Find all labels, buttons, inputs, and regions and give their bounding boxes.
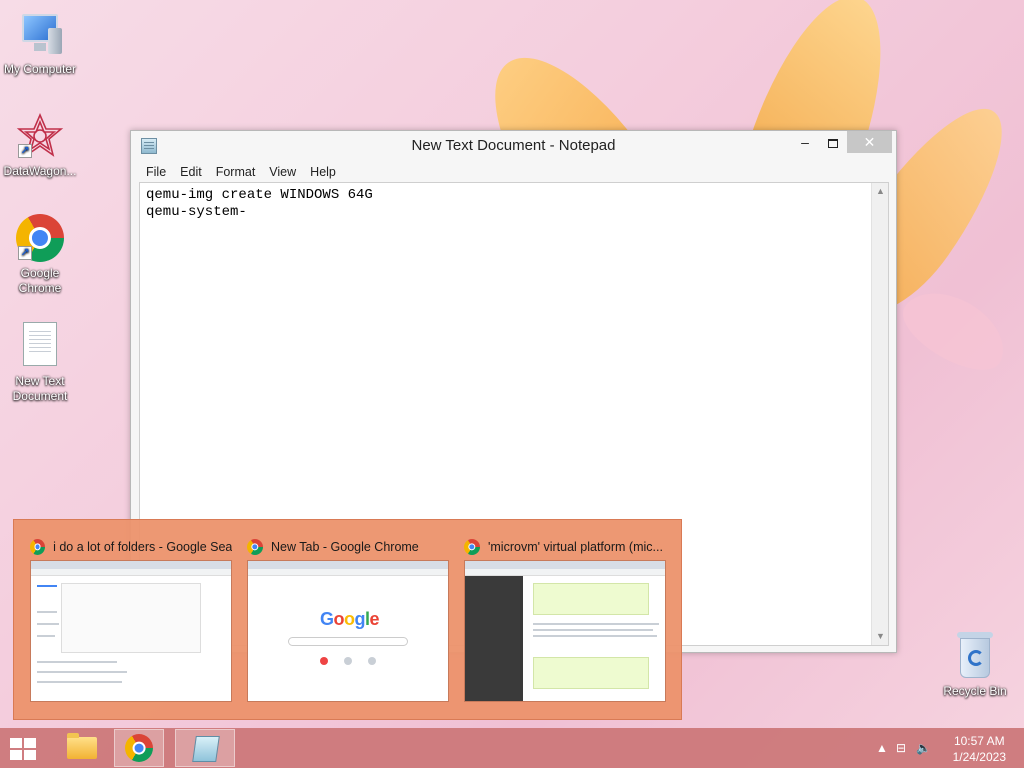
editor-content[interactable]: qemu-img create WINDOWS 64G qemu-system- [146,187,373,221]
preview-thumbnail [464,560,666,702]
shortcut-arrow-icon: ↗ [18,246,32,260]
preview-new-tab[interactable]: New Tab - Google Chrome Google [231,520,449,710]
desktop-icon-new-text-document[interactable]: New Text Document [0,322,80,404]
preview-thumbnail: Google [247,560,449,702]
datawagon-icon: ↗ [16,112,64,160]
preview-title: 'microvm' virtual platform (mic... [488,540,663,554]
text-document-icon [16,322,64,370]
show-hidden-icons-icon[interactable]: ▲ [876,741,888,755]
menu-help[interactable]: Help [303,161,343,183]
network-icon[interactable]: ⊟ [896,741,906,755]
scroll-down-icon[interactable]: ▼ [872,628,889,645]
maximize-icon [828,138,838,148]
chrome-icon [30,539,46,555]
folder-icon [67,733,97,759]
windows-logo-icon [10,738,22,748]
taskbar: ▲ ⊟ 🔈 10:57 AM 1/24/2023 [0,728,1024,768]
desktop-icon-label: Google Chrome [18,266,62,295]
vertical-scrollbar[interactable]: ▲ ▼ [871,183,888,645]
scroll-up-icon[interactable]: ▲ [872,183,889,200]
clock[interactable]: 10:57 AM 1/24/2023 [953,733,1006,765]
clock-time: 10:57 AM [953,734,1005,748]
start-button[interactable] [8,736,38,760]
desktop-icon-google-chrome[interactable]: ↗ Google Chrome [0,214,80,296]
close-button[interactable]: ✕ [847,131,892,153]
clock-date: 1/24/2023 [952,750,1006,764]
taskbar-google-chrome[interactable] [114,729,164,767]
chrome-icon: ↗ [16,214,64,262]
desktop-icon-my-computer[interactable]: My Computer [0,10,80,77]
preview-thumbnail [30,560,232,702]
preview-title: i do a lot of folders - Google Sea... [53,540,232,554]
shortcut-arrow-icon: ↗ [18,144,32,158]
preview-google-search[interactable]: i do a lot of folders - Google Sea... [14,520,232,710]
chrome-taskbar-previews: i do a lot of folders - Google Sea... Ne… [13,519,682,720]
preview-title: New Tab - Google Chrome [271,540,419,554]
menu-view[interactable]: View [262,161,303,183]
desktop-icon-datawagon[interactable]: ↗ DataWagon... [0,112,80,179]
google-logo: Google [320,609,380,629]
taskbar-notepad[interactable] [175,729,235,767]
menu-bar: File Edit Format View Help [139,161,343,183]
desktop-icon-label: DataWagon... [3,164,77,178]
system-tray: ▲ ⊟ 🔈 10:57 AM 1/24/2023 [844,728,1024,768]
notepad-icon [192,736,220,762]
minimize-button[interactable]: – [791,131,819,153]
preview-microvm[interactable]: 'microvm' virtual platform (mic... [448,520,666,710]
recycle-bin-icon [951,632,999,680]
desktop-icon-recycle-bin[interactable]: Recycle Bin [935,632,1015,699]
menu-edit[interactable]: Edit [173,161,209,183]
computer-icon [16,10,64,58]
chrome-icon [125,734,153,762]
taskbar-file-explorer[interactable] [57,729,107,767]
maximize-button[interactable] [819,131,847,153]
chrome-icon [247,539,263,555]
volume-icon[interactable]: 🔈 [916,741,931,755]
window-title: New Text Document - Notepad [411,137,616,154]
desktop-icon-label: My Computer [3,62,77,76]
menu-format[interactable]: Format [209,161,263,183]
desktop-icon-label: New Text Document [12,374,68,403]
notepad-titlebar[interactable]: New Text Document - Notepad – ✕ [131,131,896,161]
desktop-icon-label: Recycle Bin [943,684,1007,698]
chrome-icon [464,539,480,555]
menu-file[interactable]: File [139,161,173,183]
